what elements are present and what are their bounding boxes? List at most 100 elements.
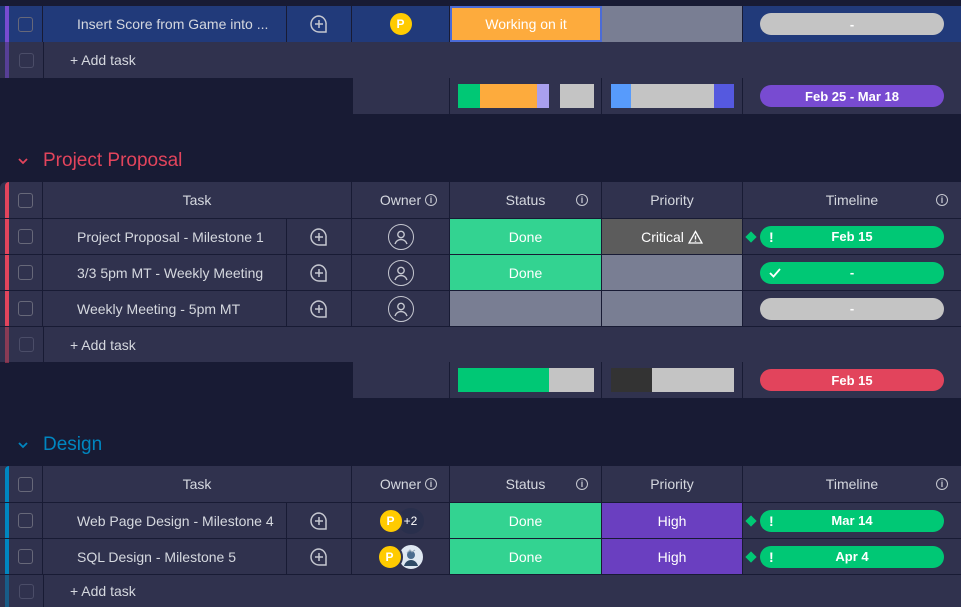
timeline-pill[interactable]: - <box>760 13 944 35</box>
add-update-cell[interactable] <box>287 539 352 574</box>
status-cell[interactable]: Working on it <box>450 6 602 42</box>
add-task-button[interactable]: + Add task <box>43 575 343 607</box>
priority-summary[interactable] <box>602 78 743 114</box>
priority-column-header[interactable]: Priority <box>602 466 743 502</box>
priority-cell[interactable]: High <box>602 503 743 538</box>
task-row[interactable]: 3/3 5pm MT - Weekly Meeting Done - <box>0 254 961 291</box>
task-name[interactable]: Insert Score from Game into ... <box>77 16 268 32</box>
timeline-column-header[interactable]: Timeline i <box>743 466 961 502</box>
task-row[interactable]: SQL Design - Milestone 5 P Done High ! Ap… <box>0 538 961 575</box>
timeline-cell[interactable]: ! Feb 15 <box>743 219 961 254</box>
owner-cell[interactable]: P <box>352 539 450 574</box>
row-checkbox[interactable] <box>18 513 33 528</box>
row-checkbox-cell[interactable] <box>9 219 43 254</box>
task-name[interactable]: Web Page Design - Milestone 4 <box>77 513 274 529</box>
priority-cell[interactable]: High <box>602 539 743 574</box>
row-checkbox-cell[interactable] <box>9 291 43 326</box>
task-row[interactable]: Weekly Meeting - 5pm MT - <box>0 290 961 327</box>
task-name[interactable]: 3/3 5pm MT - Weekly Meeting <box>77 265 263 281</box>
group-title[interactable]: Project Proposal <box>43 150 182 172</box>
owner-cell[interactable] <box>352 219 450 254</box>
status-summary[interactable] <box>450 362 602 398</box>
add-update-icon[interactable] <box>309 263 329 283</box>
owner-avatar[interactable]: P <box>387 11 414 37</box>
add-task-row[interactable]: + Add task <box>0 574 961 607</box>
timeline-pill[interactable]: - <box>760 297 944 320</box>
timeline-summary-pill[interactable]: Feb 25 - Mar 18 <box>760 85 944 107</box>
row-checkbox-cell[interactable] <box>9 539 43 574</box>
priority-summary[interactable] <box>602 362 743 398</box>
task-name-cell[interactable]: Weekly Meeting - 5pm MT <box>43 291 287 326</box>
add-task-button[interactable]: + Add task <box>43 327 343 362</box>
add-task-button[interactable]: + Add task <box>43 42 343 78</box>
info-icon[interactable]: i <box>425 478 437 490</box>
priority-column-header[interactable]: Priority <box>602 182 743 218</box>
owner-cell[interactable]: P <box>352 6 450 42</box>
status-cell[interactable]: Done <box>450 539 602 574</box>
timeline-pill[interactable]: ! Apr 4 <box>760 545 944 568</box>
row-checkbox-cell[interactable] <box>9 6 43 42</box>
task-name[interactable]: Weekly Meeting - 5pm MT <box>77 301 240 317</box>
timeline-summary[interactable]: Feb 15 <box>743 362 961 398</box>
task-row[interactable]: Insert Score from Game into ... P Workin… <box>0 6 961 42</box>
owner-avatar[interactable]: P <box>376 543 403 570</box>
info-icon[interactable]: i <box>425 194 437 206</box>
add-update-icon[interactable] <box>309 547 329 567</box>
add-update-cell[interactable] <box>287 291 352 326</box>
info-icon[interactable]: i <box>936 194 948 206</box>
add-task-row[interactable]: + Add task <box>0 326 961 363</box>
timeline-pill[interactable]: ! Feb 15 <box>760 225 944 248</box>
chevron-down-icon[interactable] <box>16 438 30 452</box>
task-name[interactable]: Project Proposal - Milestone 1 <box>77 229 264 245</box>
timeline-cell[interactable]: ! Apr 4 <box>743 539 961 574</box>
timeline-cell[interactable]: - <box>743 255 961 290</box>
owner-avatar[interactable]: P <box>377 507 404 534</box>
timeline-cell[interactable]: - <box>743 6 961 42</box>
timeline-summary-pill[interactable]: Feb 15 <box>760 369 944 391</box>
timeline-column-header[interactable]: Timeline i <box>743 182 961 218</box>
timeline-pill[interactable]: - <box>760 261 944 284</box>
status-cell[interactable]: Done <box>450 503 602 538</box>
add-update-cell[interactable] <box>287 219 352 254</box>
task-name-cell[interactable]: Web Page Design - Milestone 4 <box>43 503 287 538</box>
row-checkbox[interactable] <box>18 549 33 564</box>
priority-cell[interactable] <box>602 291 743 326</box>
select-all-cell[interactable] <box>9 182 43 218</box>
empty-owner-icon[interactable] <box>387 259 414 286</box>
priority-cell[interactable] <box>602 255 743 290</box>
add-update-cell[interactable] <box>287 503 352 538</box>
row-checkbox-cell[interactable] <box>9 255 43 290</box>
owner-cell[interactable]: P +2 <box>352 503 450 538</box>
add-update-cell[interactable] <box>287 6 352 42</box>
row-checkbox[interactable] <box>18 229 33 244</box>
group-header-design[interactable]: Design <box>16 434 102 456</box>
task-name-cell[interactable]: 3/3 5pm MT - Weekly Meeting <box>43 255 287 290</box>
owner-cell[interactable] <box>352 255 450 290</box>
timeline-cell[interactable]: - <box>743 291 961 326</box>
priority-cell[interactable]: Critical <box>602 219 743 254</box>
status-cell[interactable] <box>450 291 602 326</box>
info-icon[interactable]: i <box>936 478 948 490</box>
add-update-icon[interactable] <box>309 227 329 247</box>
timeline-cell[interactable]: ! Mar 14 <box>743 503 961 538</box>
info-icon[interactable]: i <box>576 478 588 490</box>
task-row[interactable]: Web Page Design - Milestone 4 P +2 Done … <box>0 502 961 539</box>
task-name-cell[interactable]: Project Proposal - Milestone 1 <box>43 219 287 254</box>
task-name-cell[interactable]: Insert Score from Game into ... <box>43 6 287 42</box>
row-checkbox[interactable] <box>18 16 33 32</box>
empty-owner-icon[interactable] <box>387 223 414 250</box>
add-update-icon[interactable] <box>309 511 329 531</box>
row-checkbox-cell[interactable] <box>9 503 43 538</box>
priority-cell[interactable] <box>602 6 743 42</box>
status-column-header[interactable]: Status i <box>450 466 602 502</box>
select-all-cell[interactable] <box>9 466 43 502</box>
owner-column-header[interactable]: Owner i <box>352 466 450 502</box>
timeline-summary[interactable]: Feb 25 - Mar 18 <box>743 78 961 114</box>
task-column-header[interactable]: Task <box>43 466 352 502</box>
status-column-header[interactable]: Status i <box>450 182 602 218</box>
chevron-down-icon[interactable] <box>16 154 30 168</box>
row-checkbox[interactable] <box>18 301 33 316</box>
owner-cell[interactable] <box>352 291 450 326</box>
task-column-header[interactable]: Task <box>43 182 352 218</box>
select-all-checkbox[interactable] <box>18 476 33 492</box>
